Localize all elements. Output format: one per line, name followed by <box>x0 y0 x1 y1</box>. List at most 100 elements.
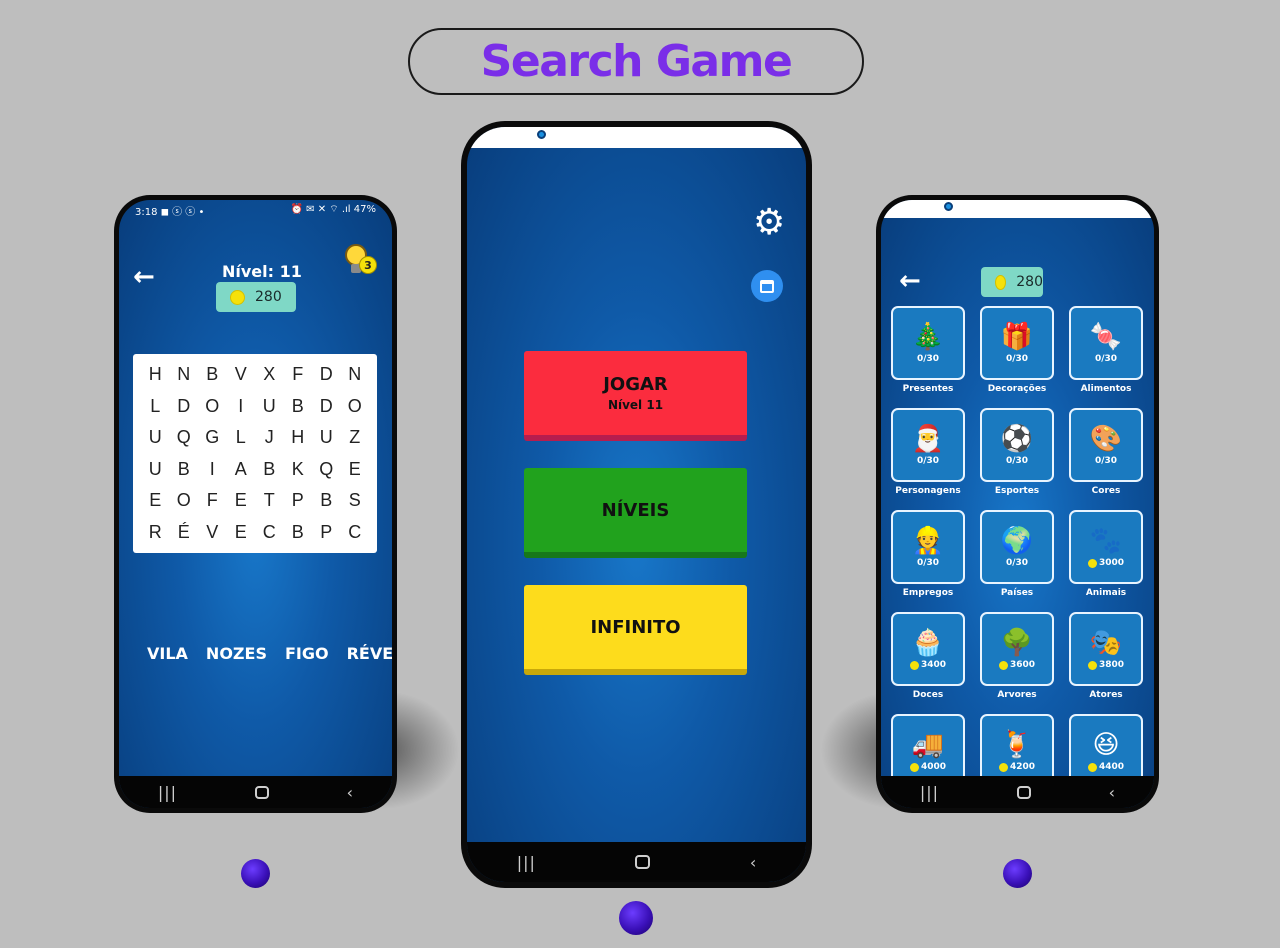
back-icon[interactable]: ‹ <box>1109 783 1115 802</box>
grid-letter[interactable]: P <box>312 522 341 542</box>
grid-letter[interactable]: N <box>341 364 370 384</box>
category-progress: 0/30 <box>1095 456 1117 466</box>
grid-letter[interactable]: Q <box>170 427 199 447</box>
levels-button[interactable]: NÍVEIS <box>524 468 747 558</box>
system-nav-bar: ||| ‹ <box>881 776 1154 808</box>
category-card[interactable]: 🌳 3600 Arvores <box>980 612 1054 700</box>
category-card[interactable]: 👷 0/30 Empregos <box>891 510 965 598</box>
grid-letter[interactable]: T <box>255 490 284 510</box>
grid-letter[interactable]: H <box>141 364 170 384</box>
grid-letter[interactable]: D <box>170 396 199 416</box>
grid-letter[interactable]: R <box>141 522 170 542</box>
category-card[interactable]: 🧁 3400 Doces <box>891 612 965 700</box>
category-tile: 🌍 0/30 <box>980 510 1054 584</box>
grid-letter[interactable]: B <box>284 396 313 416</box>
category-tile: 🌳 3600 <box>980 612 1054 686</box>
paw-icon: 🐾 <box>1089 526 1123 556</box>
back-arrow-icon[interactable]: ← <box>899 266 921 296</box>
grid-letter[interactable]: O <box>341 396 370 416</box>
target-word: RÉVE <box>346 644 392 663</box>
grid-letter[interactable]: B <box>312 490 341 510</box>
recents-icon[interactable]: ||| <box>517 853 536 872</box>
grid-letter[interactable]: U <box>141 427 170 447</box>
hint-count-badge: 3 <box>359 256 377 274</box>
infinite-button[interactable]: INFINITO <box>524 585 747 675</box>
category-card[interactable]: ⚽ 0/30 Esportes <box>980 408 1054 496</box>
grid-letter[interactable]: P <box>284 490 313 510</box>
delivery-truck-icon: 🚚 <box>911 730 945 760</box>
home-icon[interactable] <box>1016 785 1031 799</box>
phone-main-menu: ⚙ JOGAR Nível 11 NÍVEIS INFINITO ||| ‹ <box>461 121 812 888</box>
grid-letter[interactable]: E <box>341 459 370 479</box>
category-card[interactable]: 🎭 3800 Atores <box>1069 612 1143 700</box>
category-card[interactable]: 🎄 0/30 Presentes <box>891 306 965 394</box>
gear-icon[interactable]: ⚙ <box>753 205 785 241</box>
recents-icon[interactable]: ||| <box>158 783 177 802</box>
sports-balls-icon: ⚽ <box>1000 424 1034 454</box>
recents-icon[interactable]: ||| <box>920 783 939 802</box>
grid-letter[interactable]: C <box>255 522 284 542</box>
grid-letter[interactable]: E <box>141 490 170 510</box>
category-card[interactable]: 🌍 0/30 Países <box>980 510 1054 598</box>
play-button[interactable]: JOGAR Nível 11 <box>524 351 747 441</box>
category-name: Personagens <box>895 486 961 496</box>
grid-letter[interactable]: U <box>141 459 170 479</box>
grid-letter[interactable]: F <box>284 364 313 384</box>
back-icon[interactable]: ‹ <box>750 853 756 872</box>
calendar-button[interactable] <box>751 270 783 302</box>
grid-letter[interactable]: B <box>198 364 227 384</box>
app-title: Search Game <box>480 36 793 87</box>
grid-letter[interactable]: C <box>341 522 370 542</box>
grid-letter[interactable]: I <box>227 396 256 416</box>
grid-letter[interactable]: H <box>284 427 313 447</box>
grid-letter[interactable]: B <box>284 522 313 542</box>
category-name: Animais <box>1085 588 1127 598</box>
grid-letter[interactable]: U <box>312 427 341 447</box>
hint-button[interactable]: 3 <box>345 244 377 274</box>
grid-letter[interactable]: E <box>227 522 256 542</box>
grid-letter[interactable]: G <box>198 427 227 447</box>
category-card[interactable]: 🐾 3000 Animais <box>1069 510 1143 598</box>
category-name: Presentes <box>902 384 954 394</box>
grid-letter[interactable]: O <box>198 396 227 416</box>
grid-letter[interactable]: O <box>170 490 199 510</box>
play-label: JOGAR <box>603 374 668 395</box>
grid-letter[interactable]: X <box>255 364 284 384</box>
grid-letter[interactable]: I <box>198 459 227 479</box>
grid-letter[interactable]: U <box>255 396 284 416</box>
category-card[interactable]: 🎨 0/30 Cores <box>1069 408 1143 496</box>
grid-letter[interactable]: L <box>227 427 256 447</box>
grid-letter[interactable]: V <box>198 522 227 542</box>
home-icon[interactable] <box>254 785 269 799</box>
category-card[interactable]: 🎅 0/30 Personagens <box>891 408 965 496</box>
coin-icon <box>1087 660 1097 670</box>
category-name: Empregos <box>902 588 954 598</box>
grid-letter[interactable]: Q <box>312 459 341 479</box>
home-icon[interactable] <box>635 855 651 869</box>
grid-letter[interactable]: É <box>170 522 199 542</box>
level-title: Nível: 11 <box>222 262 302 281</box>
category-card[interactable]: 🍬 0/30 Alimentos <box>1069 306 1143 394</box>
grid-letter[interactable]: D <box>312 396 341 416</box>
grid-letter[interactable]: L <box>141 396 170 416</box>
status-bar <box>881 200 1154 218</box>
grid-letter[interactable]: Z <box>341 427 370 447</box>
grid-letter[interactable]: N <box>170 364 199 384</box>
grid-letter[interactable]: A <box>227 459 256 479</box>
grid-letter[interactable]: F <box>198 490 227 510</box>
grid-letter[interactable]: B <box>255 459 284 479</box>
category-card[interactable]: 🎁 0/30 Decorações <box>980 306 1054 394</box>
palette-icon: 🎨 <box>1089 424 1123 454</box>
grid-letter[interactable]: V <box>227 364 256 384</box>
grid-letter[interactable]: K <box>284 459 313 479</box>
category-name: Atores <box>1089 690 1123 700</box>
status-bar <box>467 127 806 148</box>
grid-letter[interactable]: S <box>341 490 370 510</box>
grid-letter[interactable]: B <box>170 459 199 479</box>
back-icon[interactable]: ‹ <box>347 783 353 802</box>
category-count: 0/30 <box>1005 558 1029 568</box>
grid-letter[interactable]: D <box>312 364 341 384</box>
grid-letter[interactable]: E <box>227 490 256 510</box>
back-arrow-icon[interactable]: ← <box>133 262 155 292</box>
grid-letter[interactable]: J <box>255 427 284 447</box>
